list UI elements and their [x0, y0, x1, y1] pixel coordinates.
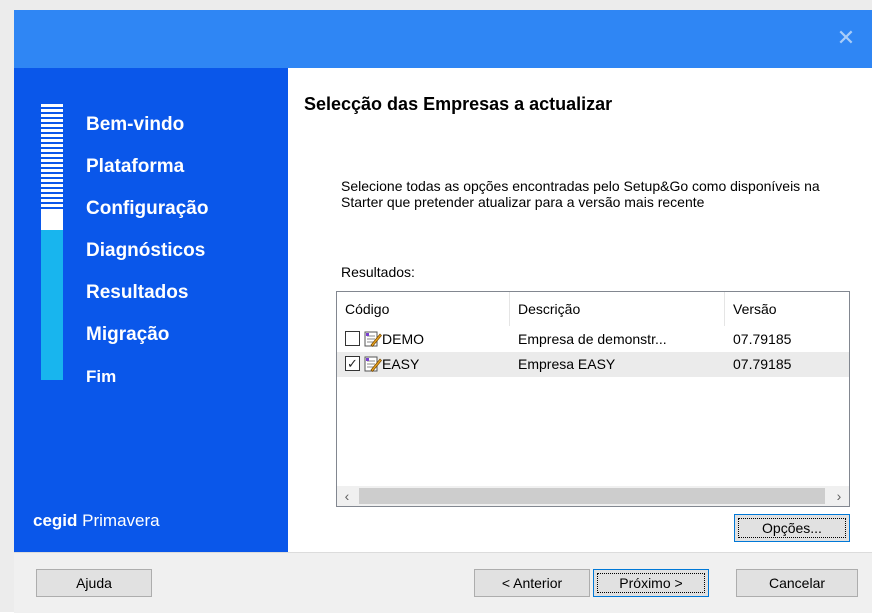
wizard-sidebar: Bem-vindo Plataforma Configuração Diagnó… [14, 68, 288, 552]
step-fim: Fim [86, 367, 117, 386]
cell-versao: 07.79185 [733, 331, 792, 347]
table-row[interactable]: DEMO Empresa de demonstr... 07.79185 [337, 327, 849, 352]
scroll-left-icon[interactable]: ‹ [337, 486, 357, 506]
listview-header: Código Descrição Versão [337, 292, 849, 326]
title-bar: ✕ [14, 10, 872, 68]
wizard-content: Selecção das Empresas a actualizar Selec… [288, 68, 872, 552]
progress-current-step [41, 210, 63, 230]
cell-descricao: Empresa de demonstr... [518, 331, 667, 347]
step-bem-vindo: Bem-vindo [86, 114, 185, 135]
step-configuracao: Configuração [86, 198, 209, 219]
step-migracao: Migração [86, 324, 170, 345]
table-row[interactable]: ✓ EASY Empresa EASY 07.79185 [337, 352, 849, 377]
desktop-background-left [0, 0, 14, 612]
cancel-button[interactable]: Cancelar [736, 569, 858, 597]
step-progress-bar [41, 104, 63, 380]
row-checkbox[interactable]: ✓ [345, 356, 360, 371]
close-icon[interactable]: ✕ [834, 28, 858, 52]
brand-name-cegid: cegid [33, 511, 78, 530]
page-description: Selecione todas as opções encontradas pe… [341, 178, 820, 210]
column-header-versao[interactable]: Versão [725, 292, 849, 326]
step-diagnosticos: Diagnósticos [86, 240, 206, 261]
progress-completed [41, 104, 63, 210]
step-plataforma: Plataforma [86, 156, 185, 177]
cell-versao: 07.79185 [733, 356, 792, 372]
company-database-icon [364, 356, 382, 373]
cell-codigo: EASY [382, 356, 420, 372]
column-header-descricao[interactable]: Descrição [510, 292, 725, 326]
cell-descricao: Empresa EASY [518, 356, 616, 372]
page-title: Selecção das Empresas a actualizar [304, 94, 613, 114]
results-listview[interactable]: Código Descrição Versão DEMO Empresa de … [336, 291, 850, 507]
brand-name-primavera: Primavera [82, 511, 160, 530]
options-button[interactable]: Opções... [734, 514, 850, 542]
wizard-footer: Ajuda < Anterior Próximo > Cancelar [14, 552, 872, 613]
help-button[interactable]: Ajuda [36, 569, 152, 597]
results-label: Resultados: [341, 264, 415, 280]
step-resultados: Resultados [86, 282, 189, 303]
next-button[interactable]: Próximo > [593, 569, 709, 597]
previous-button[interactable]: < Anterior [474, 569, 590, 597]
column-header-codigo[interactable]: Código [337, 292, 510, 326]
company-database-icon [364, 331, 382, 348]
horizontal-scrollbar[interactable]: ‹ › [337, 486, 849, 506]
setup-wizard-window: ✕ Bem-vindo Plataforma Configuração Diag… [14, 10, 872, 613]
desktop-background-top [0, 0, 872, 10]
row-checkbox[interactable] [345, 331, 360, 346]
scrollbar-thumb[interactable] [359, 488, 825, 504]
brand-logo: cegid Primavera [33, 511, 160, 531]
scroll-right-icon[interactable]: › [829, 486, 849, 506]
cell-codigo: DEMO [382, 331, 424, 347]
